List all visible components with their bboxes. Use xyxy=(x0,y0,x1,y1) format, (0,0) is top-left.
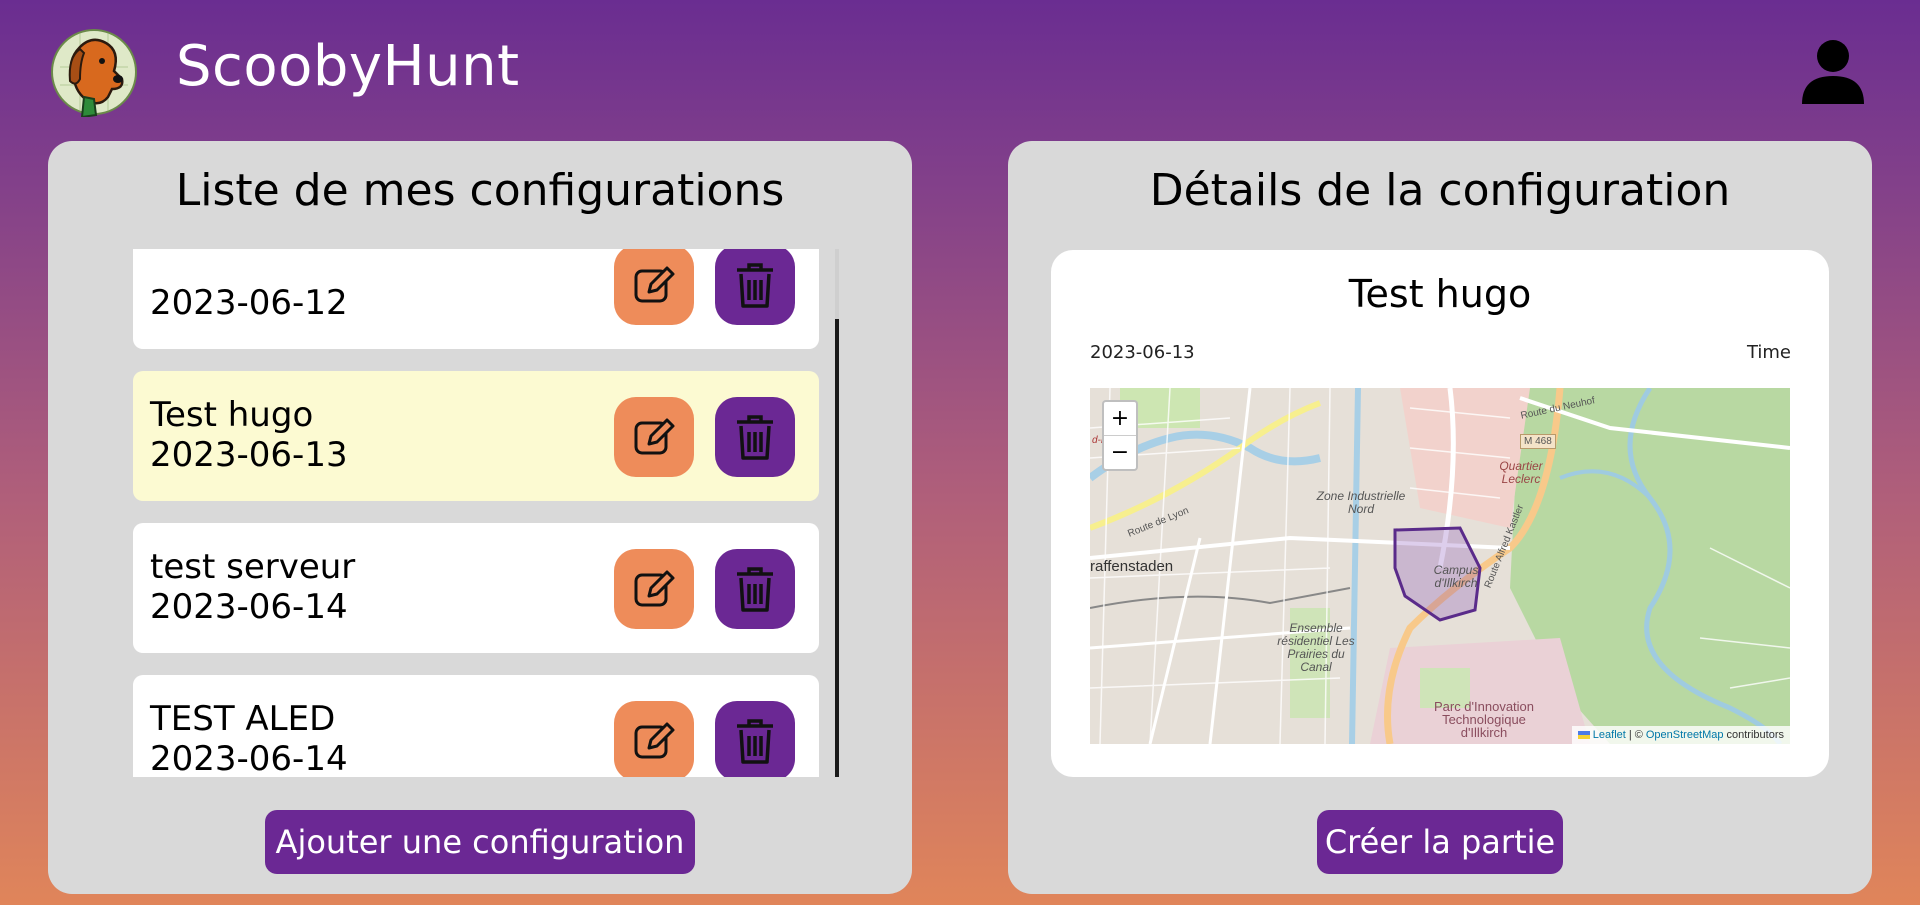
configuration-name: Test hugo xyxy=(1348,272,1532,316)
openstreetmap-link[interactable]: OpenStreetMap xyxy=(1646,729,1724,741)
zoom-control: + − xyxy=(1102,400,1138,471)
map-label: Parc d'Innovation Technologique d'Illkir… xyxy=(1433,699,1535,740)
config-date: 2023-06-14 xyxy=(150,739,348,777)
map-label: Campus d'Illkirch xyxy=(1433,563,1479,590)
delete-button[interactable] xyxy=(715,249,795,325)
config-date: 2023-06-12 xyxy=(150,283,348,323)
attribution-separator: | © xyxy=(1628,729,1643,741)
scrollbar-thumb[interactable] xyxy=(835,319,839,777)
app-title: ScoobyHunt xyxy=(176,34,520,99)
leaflet-link[interactable]: Leaflet xyxy=(1593,729,1626,741)
config-name: TEST ALED xyxy=(150,699,336,739)
user-icon[interactable] xyxy=(1800,38,1866,104)
edit-icon xyxy=(634,570,675,607)
config-date: 2023-06-14 xyxy=(150,587,348,627)
ukraine-flag-icon xyxy=(1577,731,1590,739)
zoom-in-button[interactable]: + xyxy=(1104,402,1136,436)
trash-icon xyxy=(737,567,773,612)
map[interactable]: raffenstaden Campus d'Illkirch Zone Indu… xyxy=(1090,388,1790,744)
config-name: Test hugo xyxy=(150,395,314,435)
edit-button[interactable] xyxy=(614,397,694,477)
panel-title: Liste de mes configurations xyxy=(175,165,785,216)
list-item[interactable]: TEST ALED 2023-06-14 xyxy=(133,675,819,777)
configurations-panel: Liste de mes configurations 2023-06-12 T… xyxy=(48,141,912,894)
map-label: raffenstaden xyxy=(1090,558,1174,575)
configuration-list[interactable]: 2023-06-12 Test hugo 2023-06-13 test ser… xyxy=(133,249,839,777)
map-label: M 468 xyxy=(1520,434,1556,449)
time-label: Time xyxy=(1746,342,1791,363)
list-item[interactable]: 2023-06-12 xyxy=(133,249,819,349)
app-header: ScoobyHunt xyxy=(0,0,1920,140)
delete-button[interactable] xyxy=(715,701,795,777)
create-game-button[interactable]: Créer la partie xyxy=(1317,810,1563,874)
configuration-details-panel: Détails de la configuration Test hugo 20… xyxy=(1008,141,1872,894)
dog-logo-icon[interactable] xyxy=(50,27,138,119)
trash-icon xyxy=(737,415,773,460)
zoom-out-button[interactable]: − xyxy=(1104,436,1136,469)
delete-button[interactable] xyxy=(715,397,795,477)
edit-icon xyxy=(634,266,675,303)
list-item[interactable]: test serveur 2023-06-14 xyxy=(133,523,819,653)
edit-button[interactable] xyxy=(614,249,694,325)
config-name: test serveur xyxy=(150,547,356,587)
map-label: Zone Industrielle Nord xyxy=(1316,489,1406,516)
config-date: 2023-06-13 xyxy=(150,435,348,475)
configuration-card: Test hugo 2023-06-13 Time raffenstaden C… xyxy=(1051,250,1829,777)
map-label: Quartier Leclerc xyxy=(1499,459,1543,486)
edit-button[interactable] xyxy=(614,549,694,629)
trash-icon xyxy=(737,263,773,308)
map-label: Ensemble résidentiel Les Prairies du Can… xyxy=(1277,621,1355,674)
edit-icon xyxy=(634,418,675,455)
delete-button[interactable] xyxy=(715,549,795,629)
panel-title: Détails de la configuration xyxy=(1149,165,1731,216)
edit-button[interactable] xyxy=(614,701,694,777)
trash-icon xyxy=(737,719,773,764)
add-configuration-button[interactable]: Ajouter une configuration xyxy=(265,810,695,874)
edit-icon xyxy=(634,722,675,759)
attribution-contributors: contributors xyxy=(1726,729,1784,741)
list-item-selected[interactable]: Test hugo 2023-06-13 xyxy=(133,371,819,501)
configuration-date: 2023-06-13 xyxy=(1090,342,1195,363)
map-attribution: Leaflet | © OpenStreetMap contributors xyxy=(1571,726,1790,744)
